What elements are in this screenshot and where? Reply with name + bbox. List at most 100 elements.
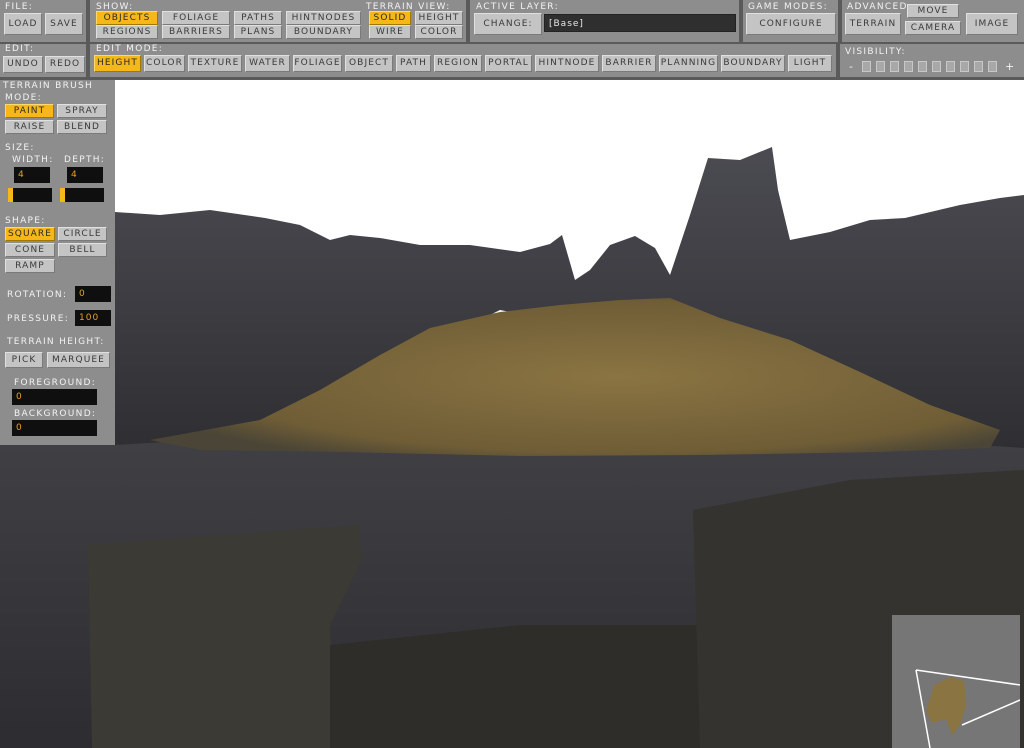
camera-button[interactable]: Camera [905,21,961,35]
edit-mode-label: Edit Mode: [96,44,164,54]
mode-foliage[interactable]: Foliage [293,55,342,72]
visibility-step-1[interactable] [862,61,871,72]
terrain-button[interactable]: Terrain [845,13,901,35]
game-modes-group: Game Modes: Configure [743,0,840,42]
terrain-view-wire[interactable]: Wire [369,25,411,39]
rotation-label: Rotation: [7,290,68,300]
show-plans-toggle[interactable]: Plans [234,25,282,39]
shape-ramp-button[interactable]: Ramp [5,259,55,273]
visibility-decrease[interactable]: - [849,61,854,72]
load-button[interactable]: Load [4,13,42,35]
show-hintnodes-toggle[interactable]: HintNodes [286,11,361,25]
visibility-step-8[interactable] [960,61,969,72]
undo-button[interactable]: Undo [3,56,43,73]
edit-mode-group: Edit Mode: Height Color Texture Water Fo… [90,44,838,77]
visibility-step-6[interactable] [932,61,941,72]
show-barriers-toggle[interactable]: Barriers [162,25,230,39]
save-button[interactable]: Save [45,13,83,35]
brush-depth-slider[interactable] [60,188,104,202]
edit-label: Edit: [5,44,35,54]
minimap[interactable] [892,615,1021,748]
mode-portal[interactable]: Portal [485,55,532,72]
shape-cone-button[interactable]: Cone [5,243,55,257]
show-regions-toggle[interactable]: Regions [96,25,158,39]
terrain-view-color[interactable]: Color [415,25,463,39]
visibility-step-3[interactable] [890,61,899,72]
slider-handle[interactable] [60,188,65,202]
active-layer-field[interactable]: [Base] [544,14,736,32]
terrain-height-label: Terrain Height: [7,337,105,347]
minimap-view [915,669,1021,748]
show-foliage-toggle[interactable]: Foliage [162,11,230,25]
depth-label: Depth: [64,155,106,165]
size-label: Size: [5,143,35,153]
mode-boundary[interactable]: Boundary [721,55,785,72]
edit-group: Edit: Undo Redo [0,44,88,77]
file-label: File: [5,2,34,12]
rotation-input[interactable]: 0 [75,286,111,302]
mode-texture[interactable]: Texture [188,55,242,72]
redo-button[interactable]: Redo [45,56,85,73]
brush-width-slider[interactable] [8,188,52,202]
mode-color[interactable]: Color [144,55,185,72]
pressure-label: Pressure: [7,314,70,324]
change-layer-button[interactable]: Change: [474,13,542,35]
mode-barrier[interactable]: Barrier [602,55,656,72]
terrain-brush-panel: Terrain Brush Mode: Paint Spray Raise Bl… [0,80,115,445]
visibility-step-9[interactable] [974,61,983,72]
mode-hintnode[interactable]: HintNode [535,55,599,72]
slider-handle[interactable] [8,188,13,202]
configure-button[interactable]: Configure [746,13,836,35]
visibility-step-2[interactable] [876,61,885,72]
mode-planning[interactable]: Planning [659,55,718,72]
advanced-group: Advanced Terrain Move Camera Image [842,0,1024,42]
foreground-label: Foreground: [14,378,97,388]
brush-raise-button[interactable]: Raise [5,120,54,134]
visibility-increase[interactable]: + [1005,61,1016,72]
image-button[interactable]: Image [966,13,1018,35]
mode-object[interactable]: Object [345,55,393,72]
show-boundary-toggle[interactable]: Boundary [286,25,361,39]
brush-width-input[interactable]: 4 [14,167,50,183]
show-objects-toggle[interactable]: Objects [96,11,158,25]
shape-label: Shape: [5,216,46,226]
foreground-input[interactable]: 0 [12,389,97,405]
visibility-step-5[interactable] [918,61,927,72]
width-label: Width: [12,155,54,165]
visibility-step-4[interactable] [904,61,913,72]
mode-path[interactable]: Path [396,55,431,72]
mode-water[interactable]: Water [245,55,290,72]
pick-button[interactable]: Pick [5,352,43,368]
shape-circle-button[interactable]: Circle [58,227,107,241]
mode-region[interactable]: Region [434,55,482,72]
background-input[interactable]: 0 [12,420,97,436]
brush-spray-button[interactable]: Spray [57,104,107,118]
active-layer-group: Active Layer: Change: [Base] [470,0,741,42]
wall-left [88,525,362,748]
top-toolbar: File: Load Save Show: Objects Foliage Pa… [0,0,1024,80]
editor-window: File: Load Save Show: Objects Foliage Pa… [0,0,1024,748]
terrain-view-height[interactable]: Height [415,11,463,25]
terrain-view-solid[interactable]: Solid [369,11,411,25]
show-group: Show: Objects Foliage Paths HintNodes Re… [90,0,468,42]
brush-paint-button[interactable]: Paint [5,104,54,118]
mode-light[interactable]: Light [788,55,832,72]
visibility-step-10[interactable] [988,61,997,72]
minimap-terrain-patch [926,677,966,735]
brush-title: Terrain Brush [3,81,94,91]
show-paths-toggle[interactable]: Paths [234,11,282,25]
shape-bell-button[interactable]: Bell [58,243,107,257]
brush-depth-input[interactable]: 4 [67,167,103,183]
brush-blend-button[interactable]: Blend [57,120,107,134]
advanced-label: Advanced [847,2,908,12]
move-button[interactable]: Move [907,4,959,18]
shape-square-button[interactable]: Square [5,227,55,241]
mode-height[interactable]: Height [94,55,141,72]
visibility-label: Visibility: [845,47,906,57]
mode-label: Mode: [5,93,42,103]
terrain-viewport[interactable] [0,0,1024,748]
pressure-input[interactable]: 100 [75,310,111,326]
visibility-step-7[interactable] [946,61,955,72]
marquee-button[interactable]: Marquee [47,352,110,368]
game-modes-label: Game Modes: [748,2,828,12]
